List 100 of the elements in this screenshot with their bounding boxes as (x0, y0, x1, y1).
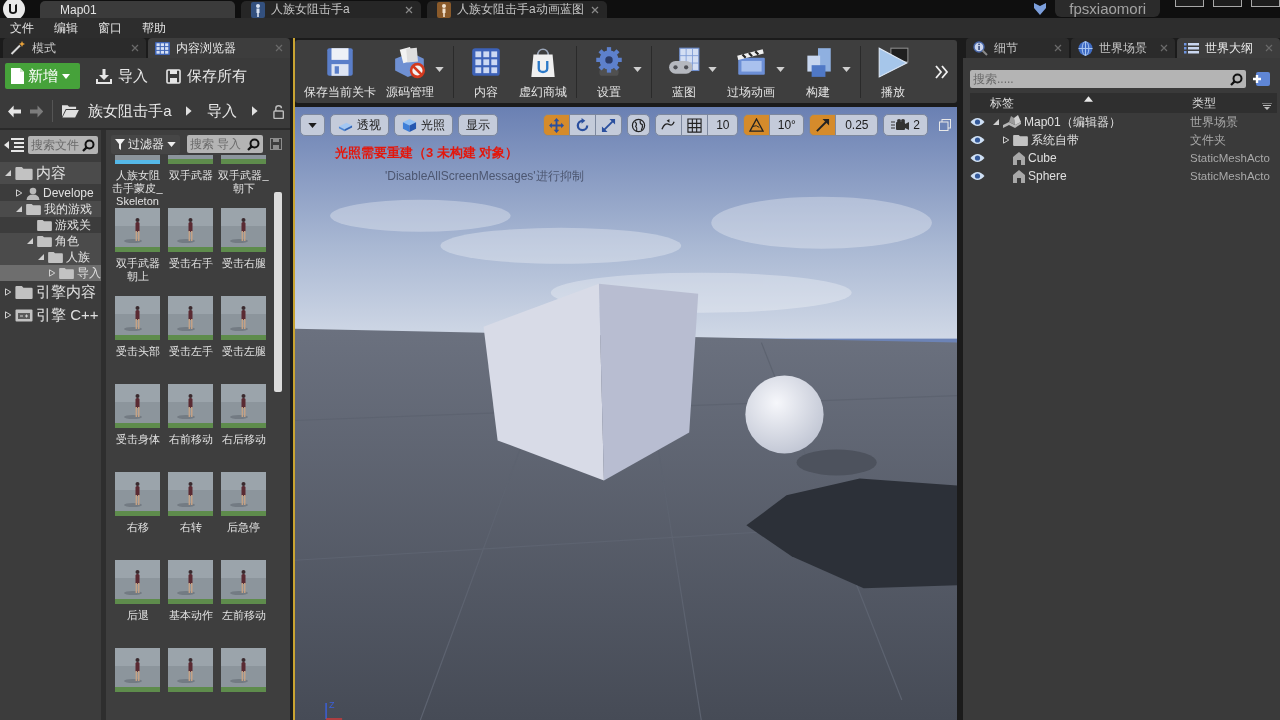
chevron-right-icon[interactable] (186, 106, 193, 116)
scale-size-button[interactable]: 0.25 (836, 114, 879, 136)
maximize-icon[interactable] (939, 119, 951, 131)
folder-tree-item[interactable]: 导入 (0, 265, 101, 281)
search-icon[interactable] (82, 138, 95, 152)
show-button[interactable]: 显示 (458, 114, 498, 136)
play-button[interactable]: 播放 (865, 42, 921, 101)
save-level-button[interactable]: 保存当前关卡 (299, 42, 381, 101)
disclosure-triangle-icon[interactable] (26, 237, 34, 245)
column-options-icon[interactable] (1262, 102, 1272, 110)
blueprints-button[interactable]: 蓝图 (656, 42, 722, 101)
close-icon[interactable] (591, 5, 599, 14)
character-thumbnail[interactable] (115, 384, 160, 428)
collapse-tree-icon[interactable] (4, 137, 24, 153)
scale-snap-button[interactable] (809, 114, 837, 136)
disclosure-triangle-icon[interactable] (1002, 136, 1010, 144)
folder-tree-item[interactable]: 引擎内容 (0, 281, 101, 303)
search-icon[interactable] (1230, 72, 1243, 86)
add-icon[interactable] (1251, 70, 1271, 88)
scale-tool-button[interactable] (596, 114, 623, 136)
panel-tab[interactable]: 内容浏览器 (147, 38, 290, 58)
document-tab[interactable]: Map01 (40, 1, 235, 18)
character-thumbnail[interactable] (168, 208, 213, 252)
character-thumbnail[interactable] (115, 472, 160, 516)
rotation-snap-button[interactable] (743, 114, 771, 136)
import-button[interactable]: 导入 (94, 63, 150, 89)
close-icon[interactable] (1159, 44, 1168, 52)
disclosure-triangle-icon[interactable] (4, 288, 12, 296)
character-thumbnail[interactable] (115, 648, 160, 692)
folder-tree-item[interactable]: 引擎 C++ (0, 304, 101, 326)
folder-tree-item[interactable]: 游戏关 (0, 217, 101, 233)
breadcrumb[interactable]: 族女阻击手a (88, 101, 172, 121)
viewport-menu-button[interactable] (300, 114, 325, 136)
content-button[interactable]: 内容 (458, 42, 514, 101)
menu-item[interactable]: 编辑 (44, 18, 88, 38)
sort-arrow-icon[interactable] (1084, 95, 1093, 102)
settings-button[interactable]: 设置 (581, 42, 647, 101)
character-thumbnail[interactable] (221, 472, 266, 516)
lock-icon[interactable] (272, 103, 284, 119)
search-field[interactable]: 搜索 导入 (187, 135, 263, 153)
character-thumbnail[interactable] (168, 472, 213, 516)
character-thumbnail[interactable] (115, 560, 160, 604)
menu-item[interactable]: 帮助 (132, 18, 176, 38)
camera-speed-button[interactable]: 2 (883, 114, 928, 136)
filter-button[interactable]: 过滤器 (111, 134, 180, 154)
grid-snap-button[interactable] (682, 114, 709, 136)
window-control-button[interactable] (1251, 0, 1280, 7)
document-tab[interactable]: 人族女阻击手a (241, 1, 421, 18)
folder-tree-item[interactable]: 角色 (0, 233, 101, 249)
back-arrow-icon[interactable] (8, 104, 22, 118)
character-thumbnail[interactable] (221, 208, 266, 252)
outliner-item-label[interactable]: Cube (1028, 151, 1057, 165)
character-thumbnail[interactable] (168, 560, 213, 604)
disclosure-triangle-icon[interactable] (4, 169, 12, 177)
rotation-size-button[interactable]: 10° (770, 114, 805, 136)
disclosure-triangle-icon[interactable] (15, 205, 23, 213)
close-icon[interactable] (1054, 44, 1063, 52)
move-tool-button[interactable] (543, 114, 571, 136)
world-space-button[interactable] (627, 114, 651, 136)
search-icon[interactable] (247, 137, 260, 151)
character-thumbnail[interactable] (168, 296, 213, 340)
disclosure-triangle-icon[interactable] (992, 118, 1000, 126)
disclosure-triangle-icon[interactable] (48, 269, 56, 277)
column-header[interactable]: 类型 (1192, 94, 1216, 112)
column-header[interactable]: 标签 (990, 94, 1014, 112)
panel-tab[interactable]: 细节 (966, 38, 1070, 58)
window-control-button[interactable] (1175, 0, 1204, 7)
menu-item[interactable]: 文件 (0, 18, 44, 38)
save-all-button[interactable]: 保存所有 (164, 63, 249, 89)
scrollbar-thumb[interactable] (274, 192, 282, 392)
character-thumbnail[interactable] (115, 296, 160, 340)
menu-item[interactable]: 窗口 (88, 18, 132, 38)
outliner-item-label[interactable]: 系统自带 (1031, 131, 1079, 149)
folder-tree-item[interactable]: 我的游戏 (0, 201, 101, 217)
folder-tree-item[interactable]: 内容 (0, 162, 101, 184)
perspective-button[interactable]: 透视 (330, 114, 389, 136)
close-icon[interactable] (130, 44, 139, 52)
forward-arrow-icon[interactable] (30, 104, 44, 118)
document-tab[interactable]: 人族女阻击手a动画蓝图 (427, 1, 607, 18)
panel-tab[interactable]: 世界场景 (1071, 38, 1175, 58)
character-thumbnail[interactable] (168, 384, 213, 428)
close-icon[interactable] (405, 5, 413, 14)
build-button[interactable]: 构建 (790, 42, 856, 101)
search-field[interactable]: 搜索..... (970, 70, 1246, 88)
outliner-item-label[interactable]: Map01（编辑器） (1024, 113, 1121, 131)
panel-tab[interactable]: 世界大纲 (1176, 38, 1280, 58)
folder-tree-item[interactable]: 人族 (0, 249, 101, 265)
eye-icon[interactable] (970, 117, 985, 127)
surface-snap-button[interactable] (655, 114, 683, 136)
rotate-tool-button[interactable] (570, 114, 597, 136)
eye-icon[interactable] (970, 135, 985, 145)
breadcrumb[interactable]: 导入 (207, 101, 238, 121)
chevron-right-icon[interactable] (252, 106, 258, 116)
character-thumbnail[interactable] (221, 296, 266, 340)
character-thumbnail[interactable] (221, 384, 266, 428)
disclosure-triangle-icon[interactable] (15, 189, 23, 197)
character-thumbnail[interactable] (221, 560, 266, 604)
character-thumbnail[interactable] (115, 208, 160, 252)
source-control-button[interactable]: 源码管理 (381, 42, 449, 101)
cinematics-button[interactable]: 过场动画 (722, 42, 790, 101)
